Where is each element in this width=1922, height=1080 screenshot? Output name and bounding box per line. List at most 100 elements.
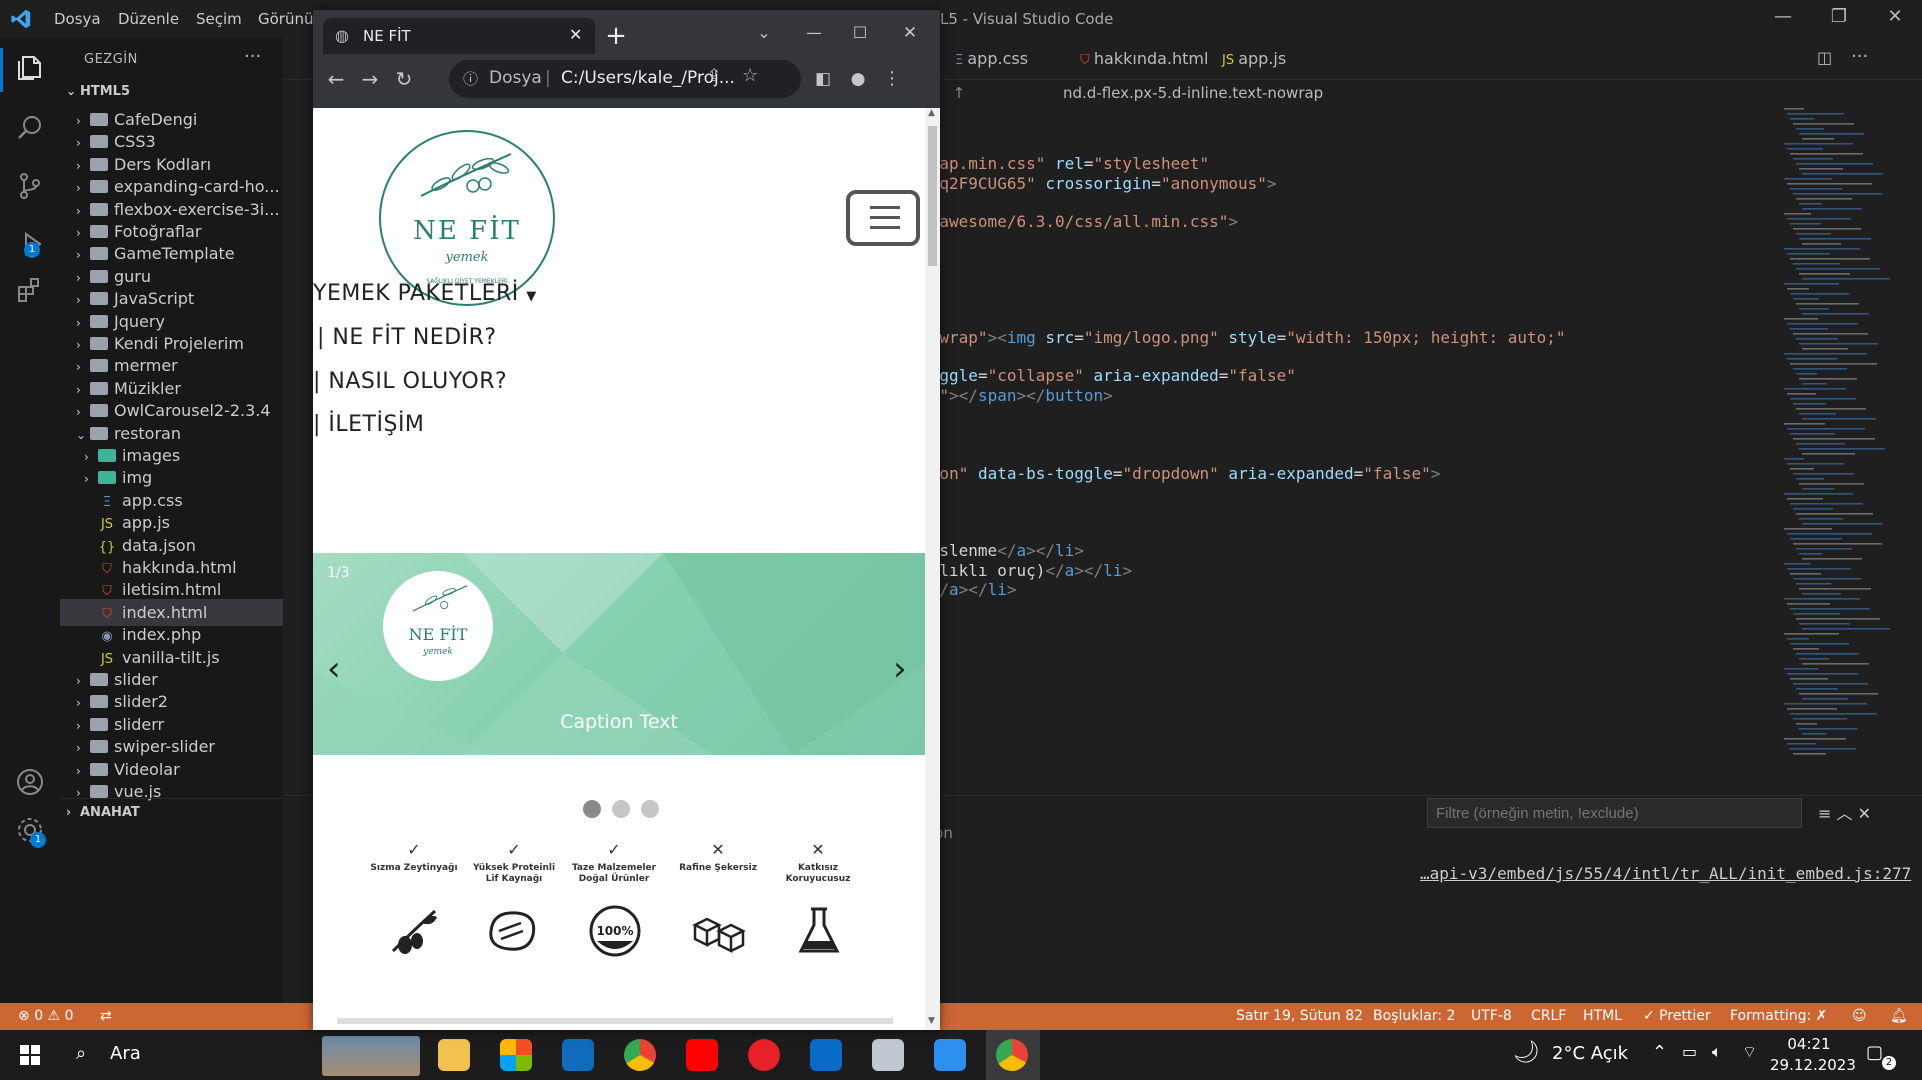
explorer-sidebar: GEZGİN ··· ⌄ HTML5 › CafeDengi › CSS3 › Ders K… — [60, 38, 283, 1014]
close-window-button[interactable]: ✕ — [1880, 6, 1910, 32]
panel-filter-input[interactable] — [1427, 798, 1802, 828]
chrome-active-icon[interactable] — [996, 1039, 1028, 1071]
carousel-indicator-1[interactable] — [583, 800, 601, 818]
minimize-button[interactable]: — — [1768, 6, 1798, 32]
photos-icon[interactable] — [934, 1039, 966, 1071]
problems-indicator[interactable]: ⊗ 0 ⚠ 0 — [18, 1008, 73, 1024]
menu-edit[interactable]: Düzenle — [118, 10, 179, 28]
menu-view[interactable]: Görünü — [258, 10, 314, 28]
mail-icon[interactable] — [562, 1039, 594, 1071]
minimap-line — [1793, 718, 1847, 720]
tree-item-label: vanilla-tilt.js — [122, 647, 220, 667]
scrollbar-thumb[interactable] — [928, 126, 937, 266]
indentation[interactable]: Boşluklar: 2 — [1373, 1008, 1455, 1024]
tab-search-icon[interactable]: ⌄ — [749, 18, 779, 48]
close-tab-icon[interactable]: ✕ — [569, 25, 582, 44]
line-endings[interactable]: CRLF — [1531, 1008, 1566, 1024]
workspace-root[interactable]: ⌄ HTML5 — [60, 78, 283, 105]
image-carousel[interactable]: 1/3 NE FİT yemek ‹ › Caption Text — [313, 553, 925, 755]
extensions-icon[interactable] — [14, 274, 46, 306]
weather-icon[interactable]: 🌙︎ — [1512, 1040, 1540, 1065]
bookmark-star-icon[interactable]: ☆ — [742, 65, 758, 86]
address-bar[interactable]: ⓘ Dosya | C:/Users/kale_/Proj... ⇪ ☆ — [449, 60, 801, 98]
split-editor-icon[interactable]: ◫ — [1817, 48, 1832, 67]
carousel-prev-button[interactable]: ‹ — [327, 649, 341, 689]
formatting-status[interactable]: Formatting: ✗ — [1730, 1008, 1827, 1024]
clock-date[interactable]: 29.12.2023 — [1770, 1056, 1856, 1074]
nav-link-ne-fit-nedir[interactable]: | NE FİT NEDİR? — [317, 325, 497, 350]
prettier-status[interactable]: ✓ Prettier — [1643, 1008, 1711, 1024]
network-icon[interactable]: ⌔ — [1742, 1042, 1757, 1062]
carousel-next-button[interactable]: › — [893, 649, 907, 689]
search-icon[interactable]: ⌕ — [76, 1043, 86, 1064]
battery-icon[interactable]: ▭ — [1682, 1042, 1697, 1061]
feedback-icon[interactable]: ☺ — [1852, 1008, 1867, 1024]
side-panel-icon[interactable]: ◧ — [808, 64, 838, 94]
youtube-icon[interactable] — [686, 1039, 718, 1071]
new-tab-button[interactable]: + — [601, 21, 631, 51]
chrome-icon[interactable] — [624, 1039, 656, 1071]
carousel-indicator-2[interactable] — [612, 800, 630, 818]
paint-icon[interactable] — [872, 1039, 904, 1071]
console-source-link[interactable]: …api-v3/embed/js/55/4/intl/tr_ALL/init_e… — [1420, 864, 1911, 883]
taskbar-search[interactable]: Ara — [110, 1043, 141, 1064]
cross-icon: ✕ — [811, 840, 825, 859]
nav-link-nasil-oluyor[interactable]: | NASIL OLUYOR? — [313, 369, 507, 394]
search-icon[interactable] — [14, 112, 46, 144]
share-icon[interactable]: ⇪ — [707, 66, 721, 86]
weather-text[interactable]: 2°C Açık — [1552, 1043, 1628, 1064]
editor-tab[interactable]: ⛉ hakkında.html — [1080, 38, 1208, 80]
maximize-button[interactable]: ☐ — [845, 18, 875, 48]
back-icon[interactable]: ← — [321, 64, 351, 94]
microsoft-store-icon[interactable] — [500, 1039, 532, 1071]
page-scrollbar[interactable]: ▲ ▼ — [925, 108, 940, 1030]
clock-time[interactable]: 04:21 — [1774, 1035, 1844, 1053]
brand-logo[interactable]: NE FİT yemek SAĞLIKLI DİYET YEMEKLERİ — [379, 130, 555, 306]
navbar-toggler-button[interactable] — [846, 190, 920, 246]
minimap-line — [1796, 163, 1873, 165]
breadcrumb[interactable]: nd.d-flex.px-5.d-inline.text-nowrap — [1063, 84, 1323, 102]
restore-button[interactable]: ❐ — [1824, 6, 1854, 32]
explorer-icon[interactable] — [14, 52, 46, 84]
more-actions-icon[interactable]: ··· — [1851, 46, 1868, 67]
minimap-line — [1799, 378, 1857, 380]
outline-section[interactable]: › ANAHAT — [60, 798, 283, 825]
volume-icon[interactable]: 🔈︎ — [1712, 1042, 1722, 1062]
menu-selection[interactable]: Seçim — [196, 10, 242, 28]
minimap-line — [1796, 548, 1852, 550]
vscode-logo-icon — [11, 9, 31, 29]
live-share-icon[interactable]: ⇄ — [100, 1008, 112, 1024]
youtube-music-icon[interactable] — [748, 1039, 780, 1071]
tray-chevron-icon[interactable]: ⌃ — [1652, 1042, 1667, 1063]
nav-dropdown-yemek-paketleri[interactable]: YEMEK PAKETLERİ ▼ — [313, 281, 537, 306]
browser-tab[interactable]: ◍ NE FİT ✕ — [323, 18, 595, 54]
scroll-up-icon[interactable]: ▲ — [928, 108, 935, 118]
close-window-button[interactable]: ✕ — [895, 18, 925, 48]
profile-icon[interactable]: ● — [843, 64, 873, 94]
more-actions-icon[interactable]: ··· — [244, 46, 261, 67]
encoding[interactable]: UTF-8 — [1471, 1008, 1512, 1024]
menu-file[interactable]: Dosya — [54, 10, 101, 28]
search-highlight-image[interactable] — [322, 1036, 420, 1076]
notifications-bell-icon[interactable]: 🔔︎ — [1890, 1008, 1908, 1024]
source-control-icon[interactable] — [14, 170, 46, 202]
cursor-position[interactable]: Satır 19, Sütun 82 — [1236, 1008, 1363, 1024]
reload-icon[interactable]: ↻ — [389, 64, 419, 94]
notification-center-icon[interactable]: ▢ — [1866, 1042, 1883, 1063]
editor-tab[interactable]: Ξ app.css — [955, 38, 1028, 80]
forward-icon[interactable]: → — [355, 64, 385, 94]
carousel-indicator-3[interactable] — [641, 800, 659, 818]
panel-actions-icons[interactable]: ≡ ︿ ✕ — [1818, 800, 1871, 824]
chrome-menu-icon[interactable]: ⋮ — [877, 64, 907, 94]
file-explorer-icon[interactable] — [438, 1039, 470, 1071]
editor-tab[interactable]: JS app.js — [1222, 38, 1286, 80]
horizontal-scrollbar[interactable] — [337, 1018, 893, 1024]
account-icon[interactable] — [14, 766, 46, 798]
windows-start-icon[interactable] — [20, 1045, 40, 1065]
scroll-down-icon[interactable]: ▼ — [928, 1016, 935, 1026]
minimap[interactable] — [1780, 108, 1900, 788]
minimize-button[interactable]: — — [799, 18, 829, 48]
vscode-taskbar-icon[interactable] — [810, 1039, 842, 1071]
language-mode[interactable]: HTML — [1583, 1008, 1622, 1024]
nav-link-iletisim[interactable]: | İLETİŞİM — [313, 412, 424, 437]
